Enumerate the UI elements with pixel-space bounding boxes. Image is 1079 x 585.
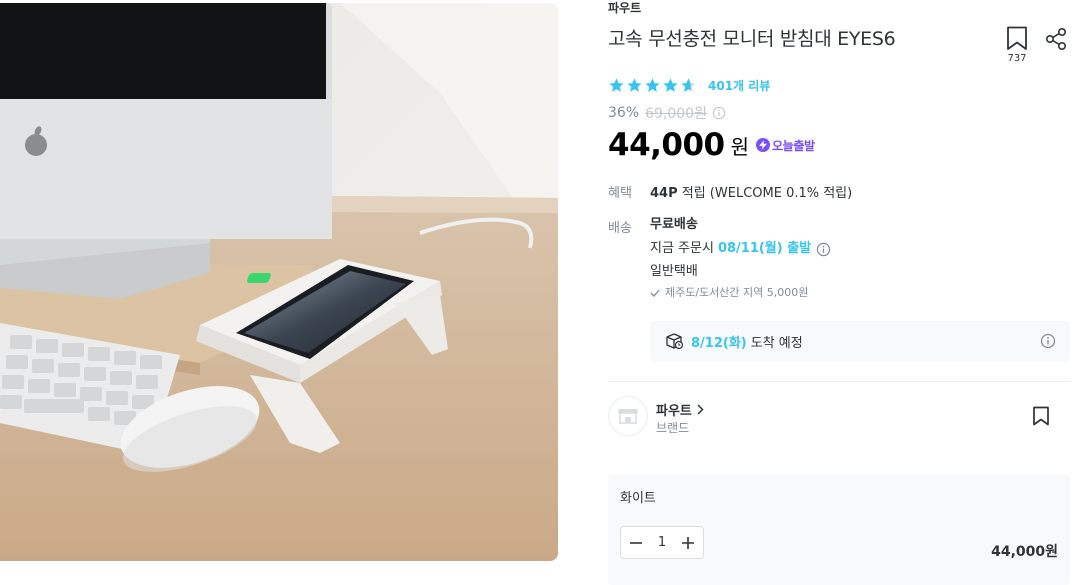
check-icon [650,289,660,297]
quantity-stepper: 1 [620,526,704,559]
info-icon[interactable] [1040,333,1056,349]
benefit-detail: 적립 (WELCOME 0.1% 적립) [677,186,853,201]
carrier: 일반택배 [650,264,698,279]
extra-fee-text: 제주도/도서산간 지역 5,000원 [665,286,809,299]
star-icon [627,77,642,92]
arrival-text: 도착 예정 [750,335,803,351]
brand-bookmark-button[interactable] [1032,406,1050,430]
product-info-panel: 파우트 고속 무선충전 모니터 받침대 EYES6 737 401개 리뷰 36… [608,0,1070,585]
info-icon[interactable] [712,106,726,120]
bookmark-count: 737 [1007,53,1027,64]
star-half-icon [681,77,696,92]
product-image[interactable] [0,3,558,561]
benefit-value: 44P 적립 (WELCOME 0.1% 적립) [650,182,852,201]
package-icon [666,333,684,350]
extra-fee-row: 제주도/도서산간 지역 5,000원 [650,285,1070,301]
delivery-label: 배송 [608,221,632,236]
today-shipping-label: 오늘출발 [772,138,815,153]
bookmark-icon [1033,406,1049,426]
rating-row: 401개 리뷰 [608,76,770,94]
brand-link[interactable]: 파우트 [608,0,641,16]
store-icon [618,409,638,424]
order-now-text: 지금 주문시 [650,241,714,256]
option-name: 화이트 [620,491,656,506]
quantity-value[interactable]: 1 [652,535,672,550]
brand-name-link[interactable]: 파우트 [656,400,704,419]
today-shipping-badge: 오늘출발 [756,137,815,154]
original-price: 69,000원 [645,106,707,122]
decrease-button[interactable] [621,527,651,558]
star-rating [608,77,697,94]
benefit-label: 혜택 [608,186,632,201]
discount-rate: 36% [608,105,640,121]
benefit-points: 44P [650,186,678,201]
review-count-link[interactable]: 401개 리뷰 [708,77,770,94]
share-button[interactable] [1044,27,1068,55]
brand-sub-label: 브랜드 [656,421,690,435]
info-icon[interactable] [816,242,831,257]
brand-name: 파우트 [656,404,692,419]
option-price: 44,000원 [991,544,1058,560]
delivery-type: 무료배송 [650,217,698,232]
chevron-right-icon [697,404,704,415]
increase-button[interactable] [673,527,703,558]
ship-date: 08/11(월) 출발 [717,241,812,256]
arrival-estimate: 8/12(화) 도착 예정 [650,321,1070,361]
star-icon [609,77,624,92]
sale-price-row: 44,000 원 오늘출발 [608,126,815,164]
plus-icon [682,536,694,549]
minus-icon [630,541,642,544]
brand-row: 파우트 브랜드 [608,396,1070,438]
ship-date-row: 지금 주문시 08/11(월) 출발 [650,240,1070,258]
product-title: 고속 무선충전 모니터 받침대 EYES6 [608,28,896,50]
arrival-date: 8/12(화) [691,335,747,351]
price-unit: 원 [730,134,750,159]
share-icon [1045,27,1067,51]
section-divider [608,381,1070,382]
sale-price: 44,000 [608,127,725,163]
delivery-info: 무료배송 지금 주문시 08/11(월) 출발 일반택배 제주도/도서산간 지역… [650,216,1070,301]
star-icon [663,77,678,92]
star-icon [645,77,660,92]
original-price-row: 36% 69,000원 [608,104,726,122]
product-photo [0,3,558,561]
selected-option: 화이트 1 44,000원 [608,474,1070,585]
bookmark-button[interactable]: 737 [1004,26,1030,64]
bookmark-icon [1007,26,1027,50]
lightning-icon [756,138,771,152]
brand-avatar[interactable] [608,396,648,436]
